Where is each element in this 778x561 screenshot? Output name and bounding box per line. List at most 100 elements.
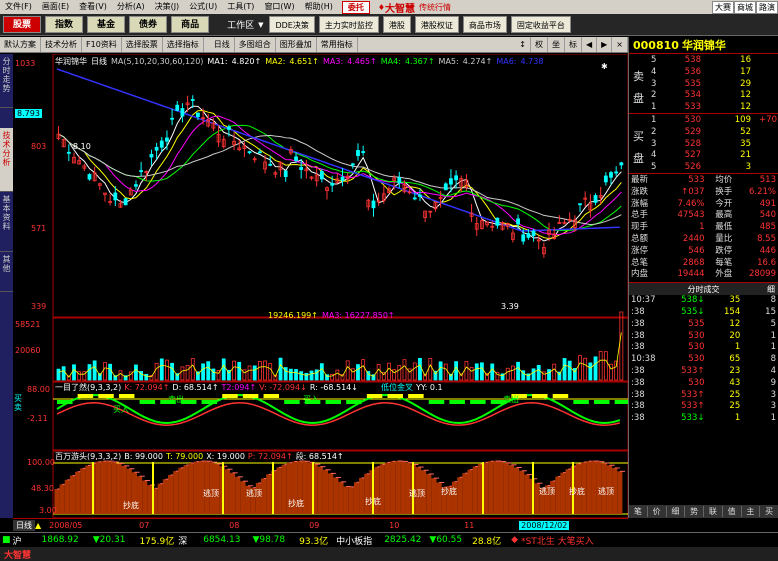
tick-row[interactable]: :38 533↑ 25 3 [631,390,776,402]
sz-index[interactable]: 6854.13 [203,535,240,545]
quote-tab[interactable]: 主 [742,506,761,517]
stat-row[interactable]: 最新 533 均价 513 [631,175,776,187]
buy-row[interactable]: 3 528 35 [651,139,777,151]
menu-item[interactable]: 窗口(W) [259,0,299,14]
sell-row[interactable]: 3 535 29 [651,79,777,91]
toolbar-overlay[interactable]: 图形叠加 [276,37,317,52]
toolbar-daily[interactable]: 日线 [210,37,235,52]
tick-row[interactable]: :38 530 43 9 [631,378,776,390]
stat-row-cell: 最新 [631,175,649,185]
sell-row[interactable]: 1 533 12 [651,102,777,114]
sell-row[interactable]: 4 536 17 [651,67,777,79]
toolbar-select-stock[interactable]: 选择股票 [122,37,163,52]
stat-row[interactable]: 涨停 546 跌停 446 [631,246,776,258]
chart-area[interactable]: 1033 8.793 803 571 339 华润锦华 日线 MA(5,10,2… [13,54,628,518]
buy-row[interactable]: 4 527 21 [651,150,777,162]
zx-index[interactable]: 2825.42 [384,535,421,545]
toolbar-prev-icon[interactable]: ◀ [582,37,598,52]
buy-row[interactable]: 5 526 3 [651,162,777,174]
sidebar-item-timeshare[interactable]: 分时走势 [0,54,13,108]
top-right-link[interactable]: 大赛 [712,0,734,14]
quote-tab[interactable]: 笔 [629,506,648,517]
tick-row-cell: 5 [770,318,776,329]
quote-tab[interactable]: 细 [667,506,686,517]
stat-row[interactable]: 涨跌 ↑037 换手 6.21% [631,187,776,199]
tab-funds[interactable]: 基金 [87,16,126,33]
tab-fixed-income[interactable]: 固定收益平台 [510,16,571,33]
tick-row-cell: 15 [765,306,776,317]
menu-item[interactable]: 画面(E) [37,0,74,14]
top-right-link[interactable]: 路演 [756,0,778,14]
buy-row-cell: 52 [740,126,751,137]
top-right-link[interactable]: 商城 [734,0,756,14]
sidebar-item-basic-info[interactable]: 基本资料 [0,192,13,252]
tick-row[interactable]: 10:37 538↓ 35 8 [631,295,776,307]
toolbar-rights[interactable]: 权 [531,37,548,52]
volume-bar [516,361,520,381]
time-axis-period[interactable]: 日线 [13,520,35,531]
tick-row[interactable]: :38 535↓ 154 15 [631,307,776,319]
bottom-brand[interactable]: 大智慧 [4,548,31,561]
buy-row[interactable]: 2 529 52 [651,127,777,139]
toolbar-coord[interactable]: 坐 [548,37,565,52]
tab-main-monitor[interactable]: 主力实时监控 [318,16,379,33]
tick-row[interactable]: :38 530 20 1 [631,331,776,343]
tab-stocks[interactable]: 股票 [3,16,42,33]
tab-commodity-market[interactable]: 商品市场 [462,16,507,33]
quote-tab[interactable]: 价 [648,506,667,517]
sidebar-item-technical[interactable]: 技术分析 [0,128,13,192]
candle-body [123,198,128,206]
toolbar-multi-chart[interactable]: 多图组合 [235,37,276,52]
tab-hk-stocks[interactable]: 港股 [382,16,411,33]
menu-item[interactable]: 文件(F) [0,0,37,14]
toolbar-default-scheme[interactable]: 默认方案 [0,37,41,52]
quote-tab[interactable]: 势 [685,506,704,517]
toolbar-common-indicators[interactable]: 常用指标 [317,37,358,52]
tick-row[interactable]: :38 533↓ 1 1 [631,413,776,425]
alert-text[interactable]: *ST北生 大笔买入 [521,534,594,547]
toolbar-select-indicator[interactable]: 选择指标 [163,37,204,52]
tick-row[interactable]: :38 535 12 5 [631,319,776,331]
workspace-dropdown-icon[interactable]: ▼ [258,21,263,29]
workspace-label[interactable]: 工作区 [227,18,254,31]
stat-row[interactable]: 现手 1 最低 485 [631,222,776,234]
menu-item[interactable]: 公式(U) [184,0,222,14]
menu-item[interactable]: 决策(J) [150,0,185,14]
tab-hk-warrants[interactable]: 港股权证 [414,16,459,33]
tick-row[interactable]: :38 530 1 1 [631,342,776,354]
order-button[interactable]: 委托 [341,0,370,14]
sell-row[interactable]: 2 534 12 [651,90,777,102]
quote-tab[interactable]: 买 [760,506,778,517]
quote-tab[interactable]: 联 [704,506,723,517]
tick-row[interactable]: :38 533↑ 25 3 [631,401,776,413]
tab-commodities[interactable]: 商品 [171,16,210,33]
menu-item[interactable]: 工具(T) [222,0,259,14]
quote-tab[interactable]: 值 [723,506,742,517]
tick-row[interactable]: :38 533↑ 23 4 [631,366,776,378]
toolbar-technical-analysis[interactable]: 技术分析 [41,37,82,52]
toolbar-mark[interactable]: 标 [565,37,582,52]
tick-header-detail[interactable]: 细 [767,284,775,295]
toolbar-f10[interactable]: F10资料 [82,37,122,52]
tab-index[interactable]: 指数 [45,16,84,33]
menu-item[interactable]: 查看(V) [74,0,112,14]
toolbar-close-icon[interactable]: × [612,37,628,52]
toolbar-next-icon[interactable]: ▶ [597,37,613,52]
buy-row[interactable]: 1 530 109 +70 [651,115,777,127]
stat-row[interactable]: 涨幅 7.46% 今开 491 [631,199,776,211]
tab-dde[interactable]: DDE决策 [269,16,315,33]
tab-bonds[interactable]: 债券 [129,16,168,33]
sidebar-item-other[interactable]: 其他 [0,252,13,292]
stat-row[interactable]: 总笔 2868 每笔 16.6 [631,258,776,270]
candle-body [319,171,324,180]
menu-item[interactable]: 帮助(H) [300,0,338,14]
menu-item[interactable]: 分析(A) [112,0,150,14]
sh-index[interactable]: 1868.92 [42,535,79,545]
toolbar-zoom-icon[interactable]: ↕ [515,37,531,52]
stat-row[interactable]: 内盘 19444 外盘 28099 [631,269,776,281]
sell-row[interactable]: 5 538 16 [651,55,777,67]
stat-row[interactable]: 总手 47543 最高 540 [631,210,776,222]
tick-row[interactable]: 10:38 530 65 8 [631,354,776,366]
stat-row[interactable]: 总额 2440 量比 8.55 [631,234,776,246]
chart-svg [52,54,628,518]
